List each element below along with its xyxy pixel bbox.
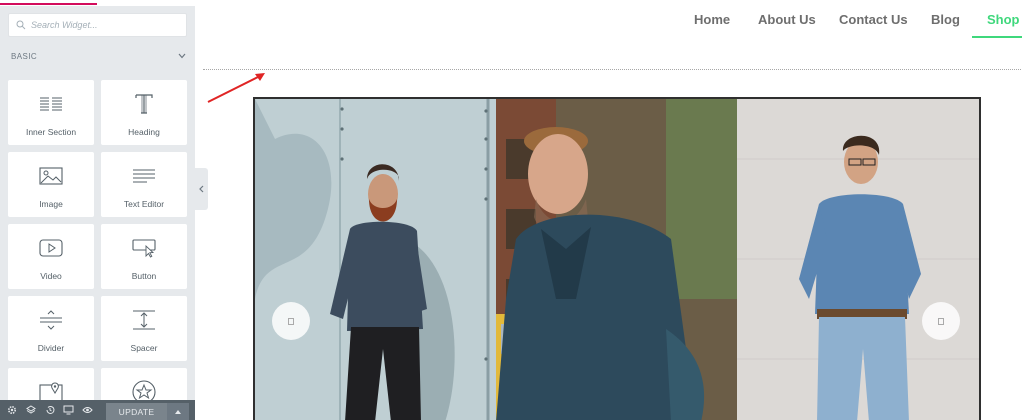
slide-image-1	[255, 99, 496, 420]
widget-button[interactable]: Button	[101, 224, 187, 289]
slider-prev-button[interactable]	[272, 302, 310, 340]
nav-item-about-us[interactable]: About Us	[758, 0, 816, 27]
widget-image[interactable]: Image	[8, 152, 94, 217]
widget-divider[interactable]: Divider	[8, 296, 94, 361]
caret-up-icon	[175, 409, 181, 414]
settings-icon[interactable]	[4, 400, 19, 420]
slide-image-3	[737, 99, 979, 420]
heading-icon	[131, 92, 157, 116]
widget-spacer[interactable]: Spacer	[101, 296, 187, 361]
widget-label: Video	[40, 271, 62, 281]
active-tab-indicator	[0, 3, 97, 5]
panel-collapse-handle[interactable]	[195, 168, 208, 210]
video-icon	[38, 236, 64, 260]
search-widget-box[interactable]	[8, 13, 187, 37]
section-divider-line	[203, 69, 1021, 70]
prev-arrow-icon	[288, 317, 294, 325]
nav-item-contact-us[interactable]: Contact Us	[839, 0, 908, 27]
search-widget-input[interactable]	[31, 20, 181, 30]
slider-next-button[interactable]	[922, 302, 960, 340]
button-icon	[131, 236, 157, 260]
widget-text-editor[interactable]: Text Editor	[101, 152, 187, 217]
widget-label: Image	[39, 199, 63, 209]
nav-item-blog[interactable]: Blog	[931, 0, 960, 27]
widget-label: Heading	[128, 127, 160, 137]
widget-label: Text Editor	[123, 199, 165, 209]
nav-item-home[interactable]: Home	[694, 0, 730, 27]
widget-video[interactable]: Video	[8, 224, 94, 289]
category-basic-header[interactable]: BASIC	[11, 49, 186, 63]
update-button[interactable]: UPDATE	[106, 403, 167, 420]
preview-icon[interactable]	[80, 400, 95, 420]
widget-label: Inner Section	[25, 127, 77, 137]
chevron-left-icon	[199, 185, 204, 193]
next-arrow-icon	[938, 317, 944, 325]
widget-label: Button	[131, 271, 157, 281]
text-editor-icon	[131, 164, 157, 188]
widget-label: Spacer	[130, 343, 158, 353]
search-icon	[16, 20, 26, 30]
slide-image-2	[496, 99, 737, 420]
category-label: BASIC	[11, 51, 38, 61]
widget-label: Divider	[37, 343, 65, 353]
widget-inner-section[interactable]: Inner Section	[8, 80, 94, 145]
nav-item-shop[interactable]: Shop	[987, 0, 1020, 27]
image-slider-section[interactable]	[253, 97, 981, 420]
divider-icon	[38, 308, 64, 332]
widget-heading[interactable]: Heading	[101, 80, 187, 145]
active-nav-underline	[972, 36, 1022, 38]
layers-icon[interactable]	[23, 400, 38, 420]
history-icon[interactable]	[42, 400, 57, 420]
panel-tabs	[0, 0, 195, 6]
responsive-icon[interactable]	[61, 400, 76, 420]
widget-panel: BASIC Inner Section	[0, 0, 195, 420]
widget-grid: Inner Section Heading Image Text Editor …	[8, 80, 187, 420]
spacer-icon	[131, 308, 157, 332]
chevron-down-icon	[178, 53, 186, 59]
inner-section-icon	[38, 92, 64, 116]
image-icon	[38, 164, 64, 188]
save-options-button[interactable]	[167, 403, 189, 420]
